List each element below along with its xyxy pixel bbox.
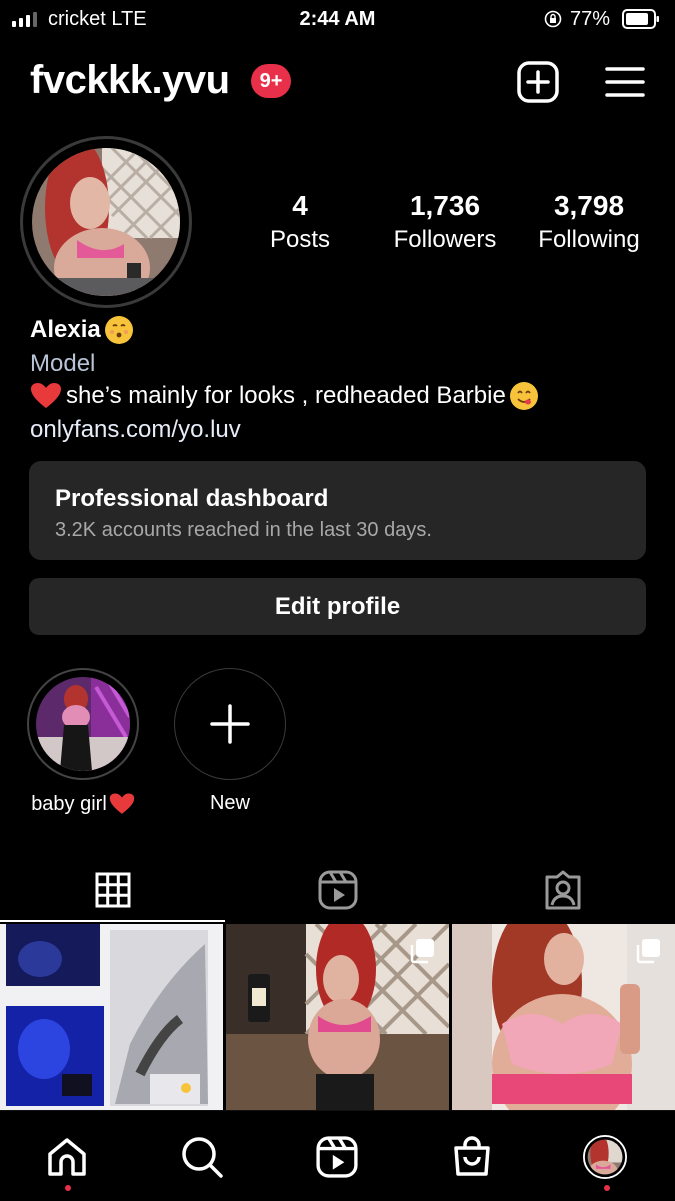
- bottom-navigation: [0, 1110, 675, 1201]
- dashboard-title: Professional dashboard: [55, 485, 329, 512]
- edit-profile-button[interactable]: Edit profile: [29, 578, 646, 635]
- tab-reels[interactable]: [225, 858, 450, 922]
- battery-icon: [622, 9, 659, 29]
- red-heart-icon: [31, 383, 61, 408]
- nav-profile[interactable]: [583, 1135, 627, 1179]
- posts-label: Posts: [269, 226, 331, 253]
- profile-username[interactable]: fvckkk.yvu: [30, 58, 230, 103]
- highlight-new-label: New: [209, 792, 250, 814]
- multiple-photos-icon: [410, 939, 434, 964]
- multiple-photos-icon: [636, 939, 660, 964]
- bio-category: Model: [30, 350, 96, 377]
- hamburger-menu-icon[interactable]: [604, 60, 646, 104]
- nav-reels[interactable]: [315, 1135, 359, 1179]
- dashboard-subtitle: 3.2K accounts reached in the last 30 day…: [55, 519, 432, 541]
- reels-icon: [316, 1136, 358, 1178]
- tab-tagged[interactable]: [450, 858, 675, 922]
- grid-icon: [95, 872, 130, 908]
- post-thumbnail[interactable]: [226, 924, 449, 1110]
- plus-icon: [210, 704, 250, 744]
- tagged-icon: [545, 870, 580, 910]
- rotation-lock-icon: [544, 10, 562, 28]
- stat-followers[interactable]: 1,736 Followers: [380, 190, 510, 254]
- battery-percent: 77%: [570, 8, 611, 30]
- post-thumbnail[interactable]: [0, 924, 223, 1110]
- bio-text: she’s mainly for looks , redheaded Barbi…: [30, 382, 538, 410]
- status-bar: cricket LTE 2:44 AM 77%: [0, 0, 675, 40]
- home-icon: [48, 1138, 86, 1176]
- search-icon: [182, 1137, 223, 1178]
- nav-shop[interactable]: [450, 1135, 494, 1179]
- notification-badge[interactable]: 9+: [251, 64, 291, 98]
- plus-square-icon[interactable]: [516, 60, 560, 104]
- following-count: 3,798: [553, 190, 625, 221]
- home-activity-dot: [65, 1185, 71, 1191]
- highlight-new[interactable]: New: [172, 668, 288, 815]
- nav-search[interactable]: [180, 1135, 224, 1179]
- post-thumbnail[interactable]: [452, 924, 675, 1110]
- nav-home[interactable]: [45, 1135, 89, 1179]
- followers-label: Followers: [393, 226, 497, 253]
- bio-link[interactable]: onlyfans.com/yo.luv: [30, 416, 241, 444]
- yum-face-emoji-icon: [509, 382, 538, 410]
- profile-avatar: [583, 1135, 627, 1179]
- red-heart-icon: [109, 793, 134, 814]
- posts-count: 4: [292, 190, 308, 221]
- professional-dashboard[interactable]: Professional dashboard 3.2K accounts rea…: [29, 461, 646, 560]
- followers-count: 1,736: [409, 190, 481, 221]
- shop-icon: [454, 1136, 490, 1176]
- highlight-cover: [27, 668, 139, 780]
- highlight-label-text: baby girl: [31, 792, 107, 815]
- active-tab-indicator: [0, 920, 225, 922]
- bio-description: she’s mainly for looks , redheaded Barbi…: [66, 382, 506, 409]
- highlight-label: baby girl: [25, 792, 141, 816]
- kissing-face-emoji-icon: [104, 316, 133, 344]
- profile-activity-dot: [604, 1185, 610, 1191]
- stat-following[interactable]: 3,798 Following: [524, 190, 654, 254]
- stat-posts[interactable]: 4 Posts: [250, 190, 350, 254]
- profile-photo: [32, 148, 180, 296]
- new-highlight-circle: [174, 668, 286, 780]
- tab-posts-grid[interactable]: [0, 858, 225, 922]
- highlight-baby-girl[interactable]: baby girl: [25, 668, 141, 816]
- following-label: Following: [538, 226, 640, 253]
- bio-display-name: Alexia: [30, 316, 133, 344]
- display-name-text: Alexia: [30, 316, 101, 343]
- reels-icon: [318, 870, 357, 910]
- profile-avatar[interactable]: [20, 136, 192, 308]
